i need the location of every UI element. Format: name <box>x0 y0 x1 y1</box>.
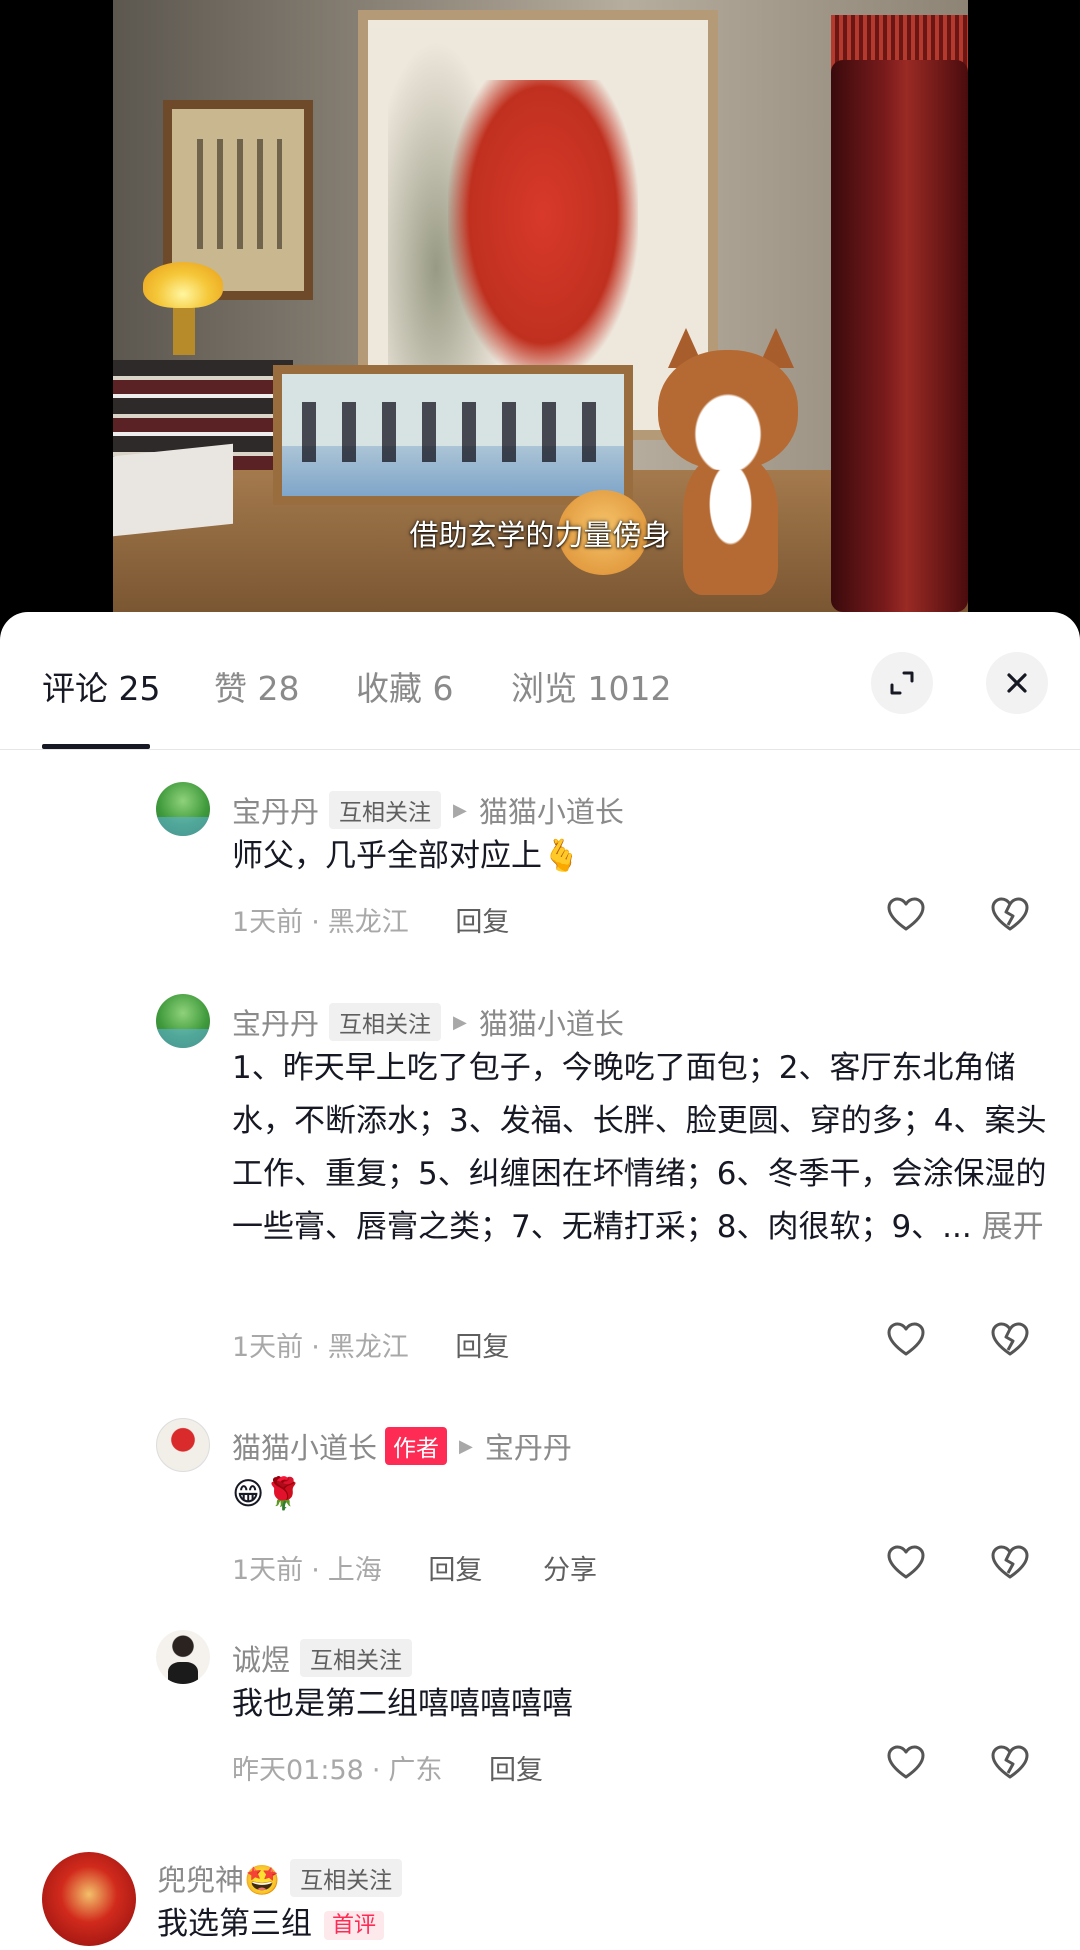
comment-time: 1天前 <box>232 1555 304 1586</box>
close-button[interactable] <box>986 652 1048 714</box>
first-comment-badge: 首评 <box>324 1911 385 1940</box>
reply-arrow-icon: ▶ <box>453 799 467 821</box>
comment-location: 黑龙江 <box>327 1332 409 1363</box>
comment-text-body: 1、昨天早上吃了包子，今晚吃了面包；2、客厅东北角储水，不断添水；3、发福、长胖… <box>232 1050 1047 1245</box>
dislike-button[interactable] <box>989 1742 1031 1784</box>
like-button[interactable] <box>885 1742 927 1784</box>
comment-text: 我选第三组 首评 <box>157 1898 977 1950</box>
comment-text: 1、昨天早上吃了包子，今晚吃了面包；2、客厅东北角储水，不断添水；3、发福、长胖… <box>232 1042 1052 1254</box>
broken-heart-icon <box>991 1745 1029 1779</box>
tab-likes[interactable]: 赞 28 <box>214 662 299 710</box>
comment-text: 我也是第二组嘻嘻嘻嘻嘻 <box>232 1686 573 1722</box>
comment-time: 1天前 <box>232 907 304 938</box>
reply-button[interactable]: 回复 <box>428 1555 482 1586</box>
comment-meta: 1天前 · 黑龙江 回复 <box>232 1332 510 1363</box>
dislike-button[interactable] <box>989 1319 1031 1361</box>
reply-button[interactable]: 回复 <box>455 1332 509 1363</box>
like-button[interactable] <box>885 894 927 936</box>
mutual-follow-badge: 互相关注 <box>290 1859 403 1897</box>
mutual-follow-badge: 互相关注 <box>329 791 442 829</box>
heart-icon <box>887 897 925 931</box>
close-icon <box>1007 673 1027 693</box>
comment-meta: 1天前 · 黑龙江 回复 <box>232 907 510 938</box>
dislike-button[interactable] <box>989 894 1031 936</box>
comment-text-body: 我选第三组 <box>157 1906 312 1942</box>
tab-bar: 评论 25 赞 28 收藏 6 浏览 1012 <box>0 612 1080 750</box>
video-player[interactable]: 借助玄学的力量傍身 <box>0 0 1080 630</box>
broken-heart-icon <box>991 1545 1029 1579</box>
dislike-button[interactable] <box>989 1542 1031 1584</box>
lotus-lamp <box>143 262 223 308</box>
comment-meta: 昨天01:58 · 广东 回复 <box>232 1755 543 1786</box>
reply-arrow-icon: ▶ <box>453 1011 467 1033</box>
heart-icon <box>887 1745 925 1779</box>
comment-meta: 1天前 · 上海 回复 分享 <box>232 1555 597 1586</box>
tab-favorites[interactable]: 收藏 6 <box>356 662 454 710</box>
comment-time: 1天前 <box>232 1332 304 1363</box>
heart-icon <box>887 1322 925 1356</box>
like-button[interactable] <box>885 1319 927 1361</box>
username[interactable]: 兜兜神🤩 <box>157 1857 280 1899</box>
username[interactable]: 宝丹丹 <box>232 789 319 831</box>
dog-figurine <box>658 328 798 600</box>
avatar[interactable] <box>156 1630 210 1684</box>
mutual-follow-badge: 互相关注 <box>300 1639 413 1677</box>
comment-text: 😁🌹 <box>232 1476 303 1512</box>
heart-icon <box>887 1545 925 1579</box>
video-subtitle: 借助玄学的力量傍身 <box>409 518 671 552</box>
mutual-follow-badge: 互相关注 <box>329 1003 442 1041</box>
expand-icon <box>890 671 914 695</box>
avatar[interactable] <box>156 994 210 1048</box>
author-badge: 作者 <box>385 1427 448 1465</box>
comment-time: 昨天01:58 <box>232 1755 364 1786</box>
calligraphy-plaque <box>273 365 633 505</box>
comment-location: 黑龙江 <box>327 907 409 938</box>
reply-button[interactable]: 回复 <box>489 1755 543 1786</box>
username[interactable]: 猫猫小道长 <box>232 1425 377 1467</box>
username[interactable]: 诚煜 <box>232 1637 290 1679</box>
reply-to-username[interactable]: 猫猫小道长 <box>479 1001 624 1043</box>
comment-location: 上海 <box>327 1555 382 1586</box>
avatar[interactable] <box>156 782 210 836</box>
avatar[interactable] <box>156 1418 210 1472</box>
expand-link[interactable]: 展开 <box>982 1209 1044 1245</box>
reply-arrow-icon: ▶ <box>459 1435 473 1457</box>
comment-sheet: 评论 25 赞 28 收藏 6 浏览 1012 宝丹丹 互相关注 ▶ 猫猫小道长… <box>0 612 1080 1950</box>
expand-button[interactable] <box>871 652 933 714</box>
reply-to-username[interactable]: 猫猫小道长 <box>479 789 624 831</box>
like-button[interactable] <box>885 1542 927 1584</box>
active-tab-indicator <box>42 744 150 749</box>
comment-location: 广东 <box>388 1755 443 1786</box>
reply-to-username[interactable]: 宝丹丹 <box>485 1425 572 1467</box>
reply-button[interactable]: 回复 <box>455 907 509 938</box>
username[interactable]: 宝丹丹 <box>232 1001 319 1043</box>
broken-heart-icon <box>991 1322 1029 1356</box>
broken-heart-icon <box>991 897 1029 931</box>
comment-text: 师父，几乎全部对应上🫰 <box>232 838 581 874</box>
tab-views[interactable]: 浏览 1012 <box>511 662 671 710</box>
tab-comments[interactable]: 评论 25 <box>42 662 160 710</box>
share-button[interactable]: 分享 <box>543 1555 597 1586</box>
avatar[interactable] <box>42 1852 136 1946</box>
